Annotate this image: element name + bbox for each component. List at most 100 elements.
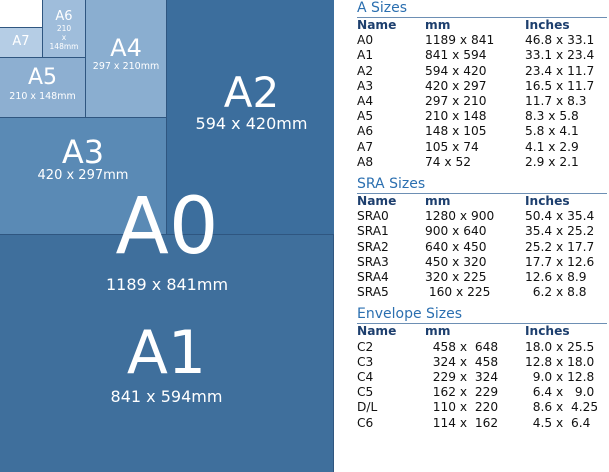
size-table: Name mm Inches C2 458 x 648 18.0 x 25.5 C3 32… bbox=[357, 324, 607, 430]
block-a0-name: A0 bbox=[115, 182, 219, 272]
table-cell: A1 bbox=[357, 48, 374, 63]
table-row: A6 148 x 105 5.8 x 4.1 bbox=[357, 124, 607, 139]
table-cell: A3 bbox=[357, 78, 374, 93]
table-row: SRA0 1280 x 900 50.4 x 35.4 bbox=[357, 209, 607, 224]
table-cell: 17.7 x 12.6 bbox=[525, 254, 595, 269]
column-header: Inches bbox=[525, 324, 570, 339]
table-cell: D/L bbox=[357, 400, 378, 415]
table-cell: 12.8 x 18.0 bbox=[525, 354, 595, 369]
section-title: SRA Sizes bbox=[357, 176, 426, 193]
table-row: A0 1189 x 841 46.8 x 33.1 bbox=[357, 33, 607, 48]
table-cell: A8 bbox=[357, 154, 374, 169]
table-row: A5 210 x 148 8.3 x 5.8 bbox=[357, 109, 607, 124]
table-cell: 210 x 148 bbox=[425, 109, 487, 124]
table-cell: SRA3 bbox=[357, 254, 389, 269]
block-a1-name: A1 bbox=[126, 318, 207, 388]
block-a3-name: A3 bbox=[61, 133, 105, 171]
table-cell: 11.7 x 8.3 bbox=[525, 94, 587, 109]
block-a6-name: A6 bbox=[55, 9, 73, 24]
table-cell: 900 x 640 bbox=[425, 224, 487, 239]
table-cell: SRA5 bbox=[357, 285, 389, 300]
block-a4-name: A4 bbox=[110, 34, 142, 62]
block-a0-dims: 1189 x 841mm bbox=[105, 275, 229, 294]
block-a6-dims-line1: 210 bbox=[56, 24, 72, 33]
block-a8 bbox=[0, 0, 43, 28]
table-row: C6 114 x 162 4.5 x 6.4 bbox=[357, 416, 607, 431]
table-cell: 110 x 220 bbox=[425, 400, 499, 415]
table-cell: SRA2 bbox=[357, 239, 389, 254]
block-a1-dims: 841 x 594mm bbox=[110, 387, 223, 406]
table-row: A2 594 x 420 23.4 x 11.7 bbox=[357, 64, 607, 79]
table-cell: 458 x 648 bbox=[425, 339, 499, 354]
table-cell: 2.9 x 2.1 bbox=[525, 154, 579, 169]
table-row: C3 324 x 458 12.8 x 18.0 bbox=[357, 355, 607, 370]
table-cell: 46.8 x 33.1 bbox=[525, 33, 595, 48]
table-row: A8 74 x 52 2.9 x 2.1 bbox=[357, 155, 607, 170]
table-cell: 18.0 x 25.5 bbox=[525, 339, 595, 354]
table-cell: 50.4 x 35.4 bbox=[525, 209, 595, 224]
column-header: Inches bbox=[525, 194, 570, 209]
table-cell: 162 x 229 bbox=[425, 385, 499, 400]
block-a6-dims-line2: x bbox=[61, 33, 67, 42]
table-cell: A5 bbox=[357, 109, 374, 124]
table-cell: SRA1 bbox=[357, 224, 389, 239]
table-section: A Sizes Name mm Inches A0 1189 x 841 46.8 x 33… bbox=[357, 0, 609, 170]
column-header: Name bbox=[357, 324, 397, 339]
table-row: SRA4 320 x 225 12.6 x 8.9 bbox=[357, 270, 607, 285]
block-a6-dims-line3: 148mm bbox=[49, 42, 79, 51]
block-a4-dims: 297 x 210mm bbox=[92, 61, 160, 72]
table-cell: 105 x 74 bbox=[425, 139, 479, 154]
table-row: C4 229 x 324 9.0 x 12.8 bbox=[357, 370, 607, 385]
table-cell: 841 x 594 bbox=[425, 48, 487, 63]
table-cell: 35.4 x 25.2 bbox=[525, 224, 595, 239]
table-cell: C4 bbox=[357, 370, 374, 385]
size-table: Name mm Inches SRA0 1280 x 900 50.4 x 35.4 SRA… bbox=[357, 194, 607, 300]
table-row: A1 841 x 594 33.1 x 23.4 bbox=[357, 48, 607, 63]
table-cell: 16.5 x 11.7 bbox=[525, 78, 595, 93]
block-a5-name: A5 bbox=[27, 65, 58, 90]
table-cell: 1189 x 841 bbox=[425, 33, 495, 48]
table-cell: C5 bbox=[357, 385, 374, 400]
table-cell: SRA4 bbox=[357, 270, 389, 285]
section-title: A Sizes bbox=[357, 0, 408, 16]
table-cell: A0 bbox=[357, 33, 374, 48]
size-tables: A Sizes Name mm Inches A0 1189 x 841 46.8 x 33… bbox=[357, 0, 609, 431]
table-cell: 114 x 162 bbox=[425, 415, 499, 430]
column-header: mm bbox=[425, 194, 451, 209]
block-a5-dims: 210 x 148mm bbox=[9, 91, 76, 102]
table-cell: 12.6 x 8.9 bbox=[525, 270, 587, 285]
block-a4: A4 297 x 210mm bbox=[85, 0, 167, 118]
section-title: Envelope Sizes bbox=[357, 306, 463, 323]
table-cell: 25.2 x 17.7 bbox=[525, 239, 595, 254]
table-cell: 4.1 x 2.9 bbox=[525, 139, 579, 154]
table-cell: 74 x 52 bbox=[425, 154, 471, 169]
table-cell: 148 x 105 bbox=[425, 124, 487, 139]
table-header-row: Name mm Inches bbox=[357, 324, 607, 339]
table-header-row: Name mm Inches bbox=[357, 18, 607, 33]
column-header: Name bbox=[357, 18, 397, 32]
table-section: Envelope Sizes Name mm Inches C2 458 x 648 18… bbox=[357, 306, 609, 430]
table-cell: 8.3 x 5.8 bbox=[525, 109, 579, 124]
table-cell: 420 x 297 bbox=[425, 78, 487, 93]
table-cell: 229 x 324 bbox=[425, 370, 499, 385]
table-row: A7 105 x 74 4.1 x 2.9 bbox=[357, 140, 607, 155]
size-table: Name mm Inches A0 1189 x 841 46.8 x 33.1 A1 841… bbox=[357, 18, 607, 170]
block-a7: A7 bbox=[0, 27, 43, 58]
table-section: SRA Sizes Name mm Inches SRA0 1280 x 900 50.4 … bbox=[357, 176, 609, 300]
block-a5: A5 210 x 148mm bbox=[0, 57, 86, 118]
table-cell: C2 bbox=[357, 339, 374, 354]
table-cell: 8.6 x 4.25 bbox=[525, 400, 599, 415]
column-header: mm bbox=[425, 18, 451, 32]
table-cell: A2 bbox=[357, 63, 374, 78]
table-header-row: Name mm Inches bbox=[357, 194, 607, 209]
table-row: A4 297 x 210 11.7 x 8.3 bbox=[357, 94, 607, 109]
table-cell: A6 bbox=[357, 124, 374, 139]
table-row: SRA5 160 x 225 6.2 x 8.8 bbox=[357, 285, 607, 300]
table-cell: 9.0 x 12.8 bbox=[525, 370, 595, 385]
column-header: Name bbox=[357, 194, 397, 209]
table-cell: 33.1 x 23.4 bbox=[525, 48, 595, 63]
table-row: D/L 110 x 220 8.6 x 4.25 bbox=[357, 400, 607, 415]
table-cell: 324 x 458 bbox=[425, 354, 499, 369]
table-cell: C3 bbox=[357, 354, 374, 369]
table-row: SRA1 900 x 640 35.4 x 25.2 bbox=[357, 224, 607, 239]
